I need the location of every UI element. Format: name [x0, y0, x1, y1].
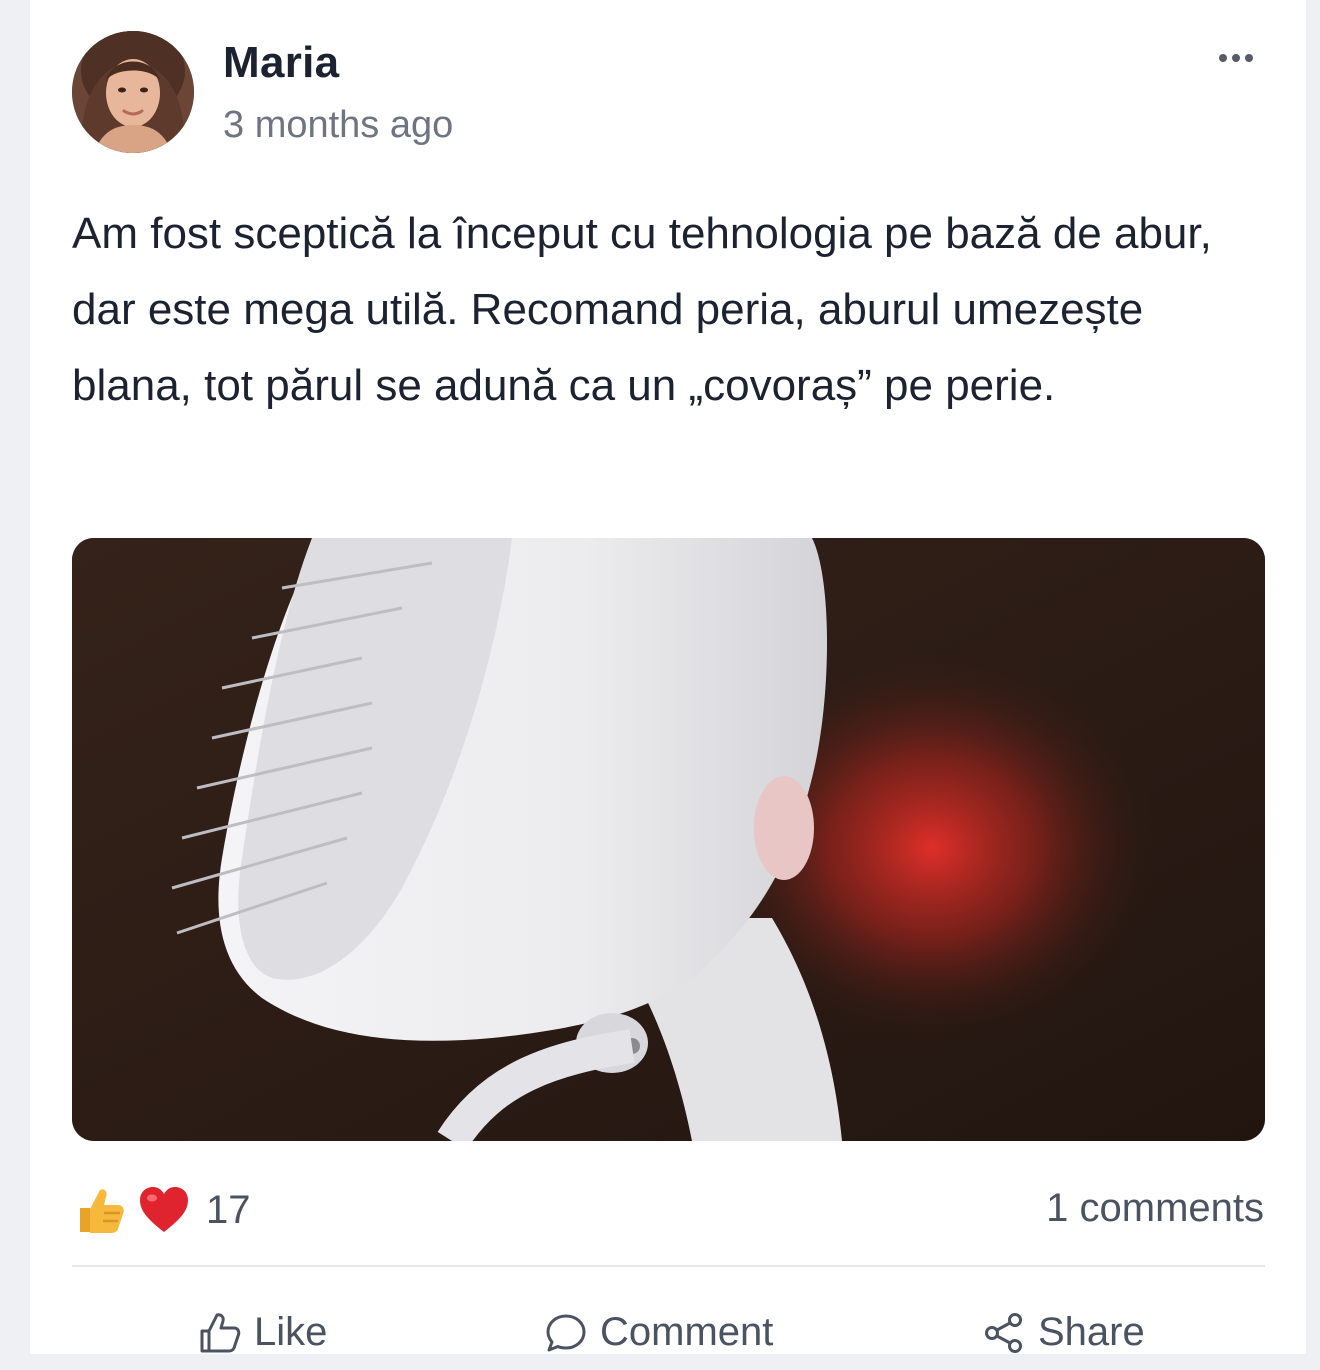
- author-name[interactable]: Maria: [223, 38, 339, 88]
- share-label: Share: [1038, 1310, 1145, 1354]
- divider: [72, 1265, 1265, 1267]
- avatar[interactable]: [72, 31, 194, 153]
- post-action-bar: Like Comment Share: [72, 1310, 1265, 1370]
- thumbs-up-emoji-icon: [80, 1189, 124, 1233]
- thumbs-up-outline-icon: [200, 1312, 241, 1352]
- comment-button[interactable]: Comment: [544, 1310, 773, 1355]
- share-nodes-icon: [985, 1312, 1022, 1353]
- like-label: Like: [254, 1310, 328, 1354]
- more-horizontal-icon: [1219, 54, 1227, 62]
- post-image[interactable]: [72, 538, 1265, 1141]
- reaction-count: 17: [206, 1187, 251, 1232]
- comments-count-link[interactable]: 1 comments: [1046, 1186, 1264, 1231]
- speech-bubble-icon: [546, 1314, 586, 1351]
- like-button[interactable]: Like: [198, 1310, 327, 1355]
- post-card: Maria 3 months ago Am fost sceptică la î…: [30, 0, 1306, 1354]
- reactions-summary[interactable]: 17: [72, 1180, 251, 1240]
- comment-label: Comment: [600, 1310, 774, 1354]
- post-timestamp[interactable]: 3 months ago: [223, 104, 453, 147]
- heart-emoji-icon: [140, 1187, 188, 1232]
- post-body-text: Am fost sceptică la început cu tehnologi…: [72, 209, 1212, 410]
- more-options-button[interactable]: [1206, 40, 1266, 76]
- share-button[interactable]: Share: [982, 1310, 1145, 1355]
